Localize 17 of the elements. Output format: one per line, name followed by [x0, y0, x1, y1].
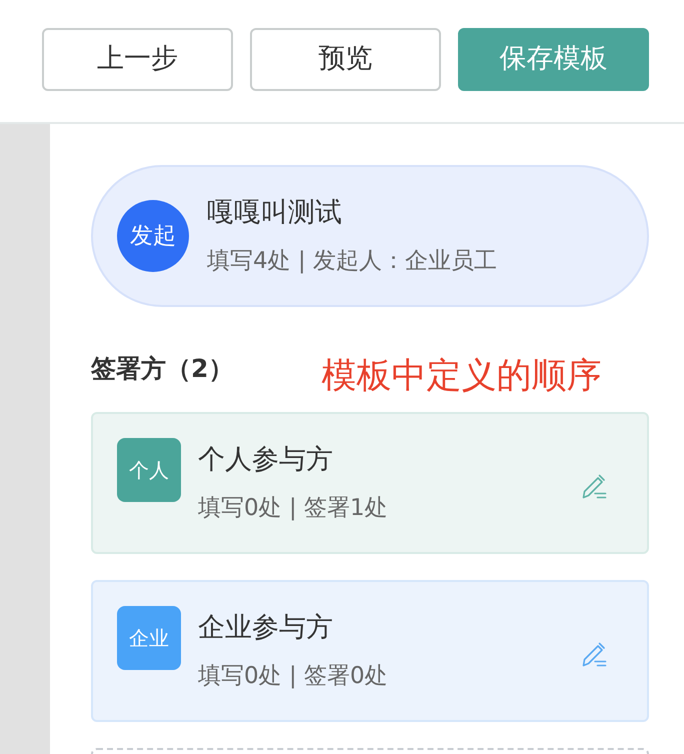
- party-title: 个人参与方: [198, 443, 334, 477]
- party-badge: 个人: [117, 438, 181, 502]
- edit-icon[interactable]: [582, 642, 607, 667]
- signers-heading: 签署方（2）: [91, 353, 234, 386]
- back-button[interactable]: 上一步: [42, 28, 233, 91]
- initiator-info: 填写4处 | 发起人：企业员工: [207, 247, 498, 276]
- party-card[interactable]: 企业 企业参与方 填写0处 | 签署0处: [91, 580, 649, 722]
- order-annotation: 模板中定义的顺序: [321, 354, 602, 398]
- party-title: 企业参与方: [198, 611, 334, 645]
- party-card[interactable]: 个人 个人参与方 填写0处 | 签署1处: [91, 412, 649, 554]
- party-info: 填写0处 | 签署1处: [198, 494, 389, 523]
- edit-icon[interactable]: [582, 474, 607, 499]
- party-info: 填写0处 | 签署0处: [198, 662, 389, 691]
- template-title: 嘎嘎叫测试: [207, 196, 343, 230]
- preview-button[interactable]: 预览: [250, 28, 441, 91]
- party-badge: 企业: [117, 606, 181, 670]
- initiator-badge: 发起: [117, 200, 189, 272]
